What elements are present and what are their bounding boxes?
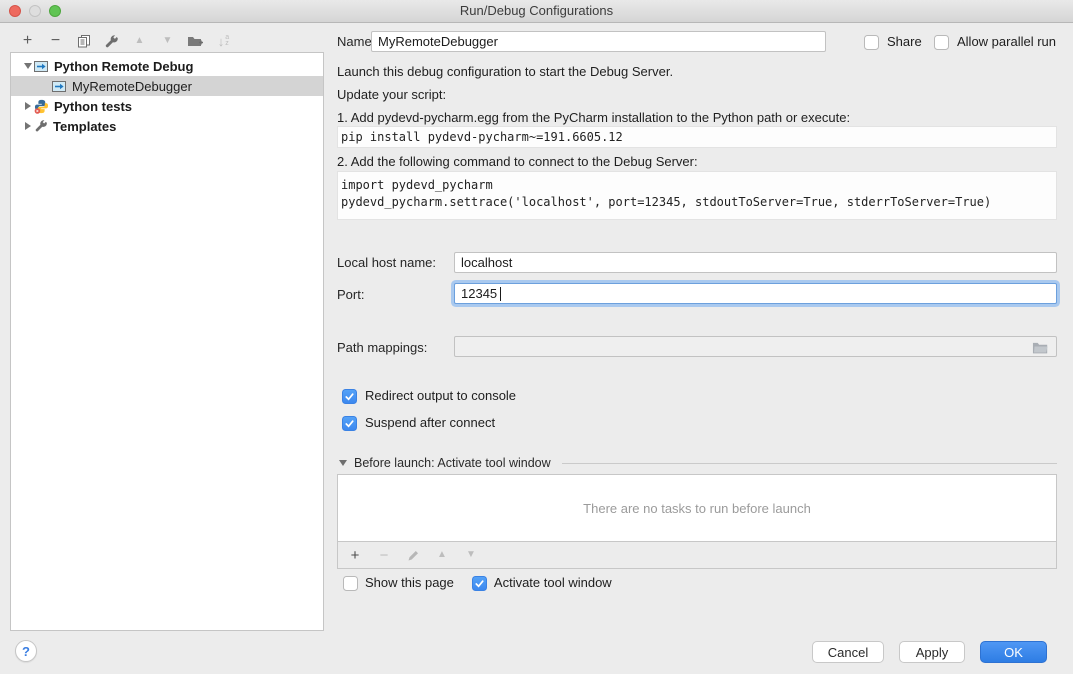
window-controls <box>9 5 61 17</box>
remove-task-button[interactable]: − <box>376 547 392 563</box>
folder-icon <box>1032 341 1049 354</box>
tree-item-python-tests[interactable]: Python tests <box>11 96 323 116</box>
new-folder-icon <box>187 34 204 48</box>
edit-defaults-button[interactable] <box>102 32 121 51</box>
configurations-tree: Python Remote Debug MyRemoteDebugger Pyt… <box>10 52 324 631</box>
add-task-button[interactable]: + <box>347 547 363 563</box>
move-task-down-button[interactable]: ▼ <box>463 547 479 563</box>
copy-configuration-button[interactable] <box>74 32 93 51</box>
check-icon <box>344 418 355 429</box>
allow-parallel-row: Allow parallel run <box>934 33 1056 51</box>
remove-configuration-button[interactable]: − <box>46 32 65 51</box>
wrench-icon <box>104 34 119 49</box>
add-configuration-button[interactable]: + <box>18 32 37 51</box>
sort-configurations-button[interactable]: ↓ az <box>214 32 233 51</box>
python-tests-icon <box>34 99 49 114</box>
code-line-1: import pydevd_pycharm <box>341 177 1053 194</box>
before-launch-header[interactable]: Before launch: Activate tool window <box>339 456 1057 470</box>
chevron-right-icon[interactable] <box>21 122 34 130</box>
intro-text: Launch this debug configuration to start… <box>337 64 673 79</box>
port-input[interactable] <box>454 283 1057 304</box>
settrace-code-block: import pydevd_pycharm pydevd_pycharm.set… <box>337 171 1057 220</box>
text-caret <box>500 287 501 301</box>
suspend-checkbox[interactable] <box>342 416 357 431</box>
step2-text: 2. Add the following command to connect … <box>337 154 698 169</box>
collapse-icon[interactable] <box>339 460 347 466</box>
activate-tool-window-label: Activate tool window <box>494 574 612 592</box>
divider <box>562 463 1057 464</box>
chevron-right-icon[interactable] <box>21 102 34 110</box>
move-task-up-button[interactable]: ▲ <box>434 547 450 563</box>
activate-tool-window-checkbox[interactable] <box>472 576 487 591</box>
tree-item-templates[interactable]: Templates <box>11 116 323 136</box>
copy-icon <box>77 34 91 48</box>
minimize-window-button[interactable] <box>29 5 41 17</box>
check-icon <box>474 578 485 589</box>
title-bar: Run/Debug Configurations <box>0 0 1073 23</box>
share-checkbox[interactable] <box>864 35 879 50</box>
step1-text: 1. Add pydevd-pycharm.egg from the PyCha… <box>337 110 850 125</box>
tree-item-myremotedebugger[interactable]: MyRemoteDebugger <box>11 76 323 96</box>
dialog-buttons: Cancel Apply OK <box>812 641 1047 663</box>
tasks-toolbar: + − ▲ ▼ <box>338 541 1056 568</box>
before-launch-tasks-panel: There are no tasks to run before launch … <box>337 474 1057 569</box>
window-title: Run/Debug Configurations <box>0 0 1073 22</box>
chevron-down-icon[interactable] <box>21 63 34 69</box>
remote-debug-icon <box>52 80 67 93</box>
redirect-output-label: Redirect output to console <box>365 387 516 405</box>
help-button[interactable]: ? <box>15 640 37 662</box>
cancel-button[interactable]: Cancel <box>812 641 884 663</box>
before-launch-title: Before launch: Activate tool window <box>354 456 551 470</box>
create-folder-button[interactable] <box>186 32 205 51</box>
pencil-icon <box>407 549 420 562</box>
local-host-input[interactable] <box>454 252 1057 273</box>
suspend-label: Suspend after connect <box>365 414 495 432</box>
update-script-text: Update your script: <box>337 87 446 102</box>
templates-wrench-icon <box>34 119 48 133</box>
edit-task-button[interactable] <box>405 547 421 563</box>
show-this-page-label: Show this page <box>365 574 454 592</box>
port-field-wrapper <box>454 283 1057 305</box>
configurations-toolbar: + − ▲ ▼ ↓ az <box>18 30 233 52</box>
check-icon <box>344 391 355 402</box>
ok-button[interactable]: OK <box>980 641 1047 663</box>
tree-item-label: Python Remote Debug <box>54 59 193 74</box>
page-options-row: Show this page Activate tool window <box>343 574 612 592</box>
share-label: Share <box>887 33 922 51</box>
name-input[interactable] <box>371 31 826 52</box>
path-mappings-field[interactable] <box>454 336 1057 357</box>
port-label: Port: <box>337 284 364 305</box>
browse-folder-button[interactable] <box>1032 341 1049 357</box>
apply-button[interactable]: Apply <box>899 641 965 663</box>
tree-item-label: MyRemoteDebugger <box>72 79 192 94</box>
tree-item-label: Python tests <box>54 99 132 114</box>
tree-item-python-remote-debug[interactable]: Python Remote Debug <box>11 56 323 76</box>
redirect-output-checkbox[interactable] <box>342 389 357 404</box>
code-line-2: pydevd_pycharm.settrace('localhost', por… <box>341 194 1053 211</box>
move-up-button[interactable]: ▲ <box>130 32 149 51</box>
local-host-label: Local host name: <box>337 252 436 273</box>
redirect-output-row: Redirect output to console <box>342 387 516 405</box>
remote-debug-icon <box>34 60 49 73</box>
zoom-window-button[interactable] <box>49 5 61 17</box>
show-this-page-checkbox[interactable] <box>343 576 358 591</box>
suspend-row: Suspend after connect <box>342 414 495 432</box>
close-window-button[interactable] <box>9 5 21 17</box>
pip-command-text: pip install pydevd-pycharm~=191.6605.12 <box>337 126 1057 148</box>
path-mappings-label: Path mappings: <box>337 337 427 358</box>
tasks-empty-message: There are no tasks to run before launch <box>338 475 1056 541</box>
allow-parallel-checkbox[interactable] <box>934 35 949 50</box>
share-checkbox-row: Share <box>864 33 922 51</box>
move-down-button[interactable]: ▼ <box>158 32 177 51</box>
allow-parallel-label: Allow parallel run <box>957 33 1056 51</box>
tree-item-label: Templates <box>53 119 116 134</box>
name-label: Name: <box>337 31 375 52</box>
